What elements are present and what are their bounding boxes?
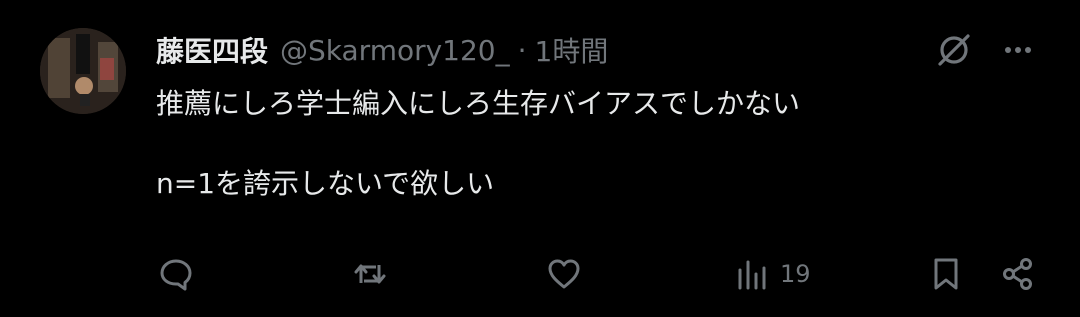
separator-dot: · — [517, 33, 527, 67]
tweet-text-line: n=1を誇示しないで欲しい — [156, 167, 495, 200]
reply-icon — [160, 259, 192, 291]
display-name[interactable]: 藤医四段 — [156, 30, 268, 70]
views-count: 19 — [780, 260, 811, 288]
tweet-text-line: 推薦にしろ学士編入にしろ生存バイアスでしかない — [156, 87, 801, 120]
avatar[interactable] — [40, 28, 126, 114]
views-icon — [738, 260, 766, 290]
handle[interactable]: @Skarmory120_ — [280, 34, 510, 67]
reply-button[interactable] — [158, 250, 194, 298]
more-button[interactable] — [998, 30, 1038, 70]
share-icon — [1003, 258, 1032, 290]
bookmark-button[interactable] — [928, 250, 964, 298]
tweet-header: 藤医四段 @Skarmory120_ · 1時間 — [156, 30, 608, 70]
action-bar: 19 — [0, 250, 1080, 298]
tweet-text-line — [156, 124, 800, 164]
like-icon — [548, 259, 580, 289]
views-button[interactable]: 19 — [734, 250, 811, 298]
more-icon — [1005, 47, 1031, 53]
avatar-image — [40, 28, 126, 114]
grok-icon — [938, 34, 970, 66]
retweet-icon — [354, 264, 386, 284]
like-button[interactable] — [546, 250, 582, 298]
timestamp[interactable]: 1時間 — [535, 30, 609, 70]
grok-button[interactable] — [934, 30, 974, 70]
bookmark-icon — [934, 258, 958, 290]
retweet-button[interactable] — [352, 250, 388, 298]
tweet-text: 推薦にしろ学士編入にしろ生存バイアスでしかない n=1を誇示しないで欲しい — [156, 84, 800, 204]
share-button[interactable] — [1000, 250, 1036, 298]
tweet[interactable]: 藤医四段 @Skarmory120_ · 1時間 推薦にしろ学士編入にしろ生存バ… — [0, 0, 1080, 317]
